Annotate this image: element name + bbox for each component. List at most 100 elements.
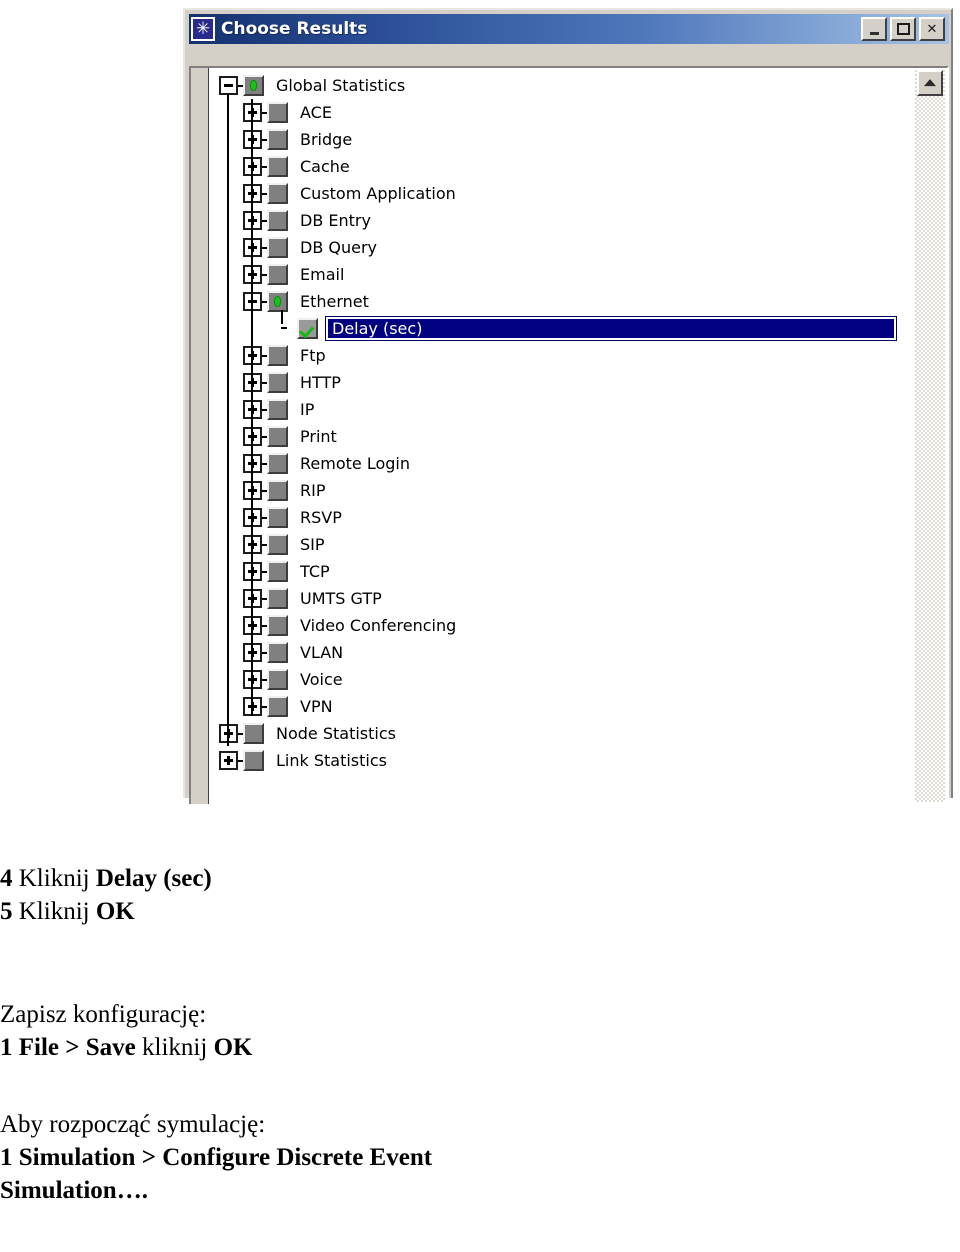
tree-item-label: HTTP (300, 372, 341, 392)
tree-item-video-conferencing[interactable]: Video Conferencing (211, 612, 911, 639)
results-tree[interactable]: Global Statistics ACE Bridge Cache Custom Ap… (211, 72, 911, 774)
unselected-box-icon[interactable] (267, 372, 288, 393)
maximize-icon (892, 19, 914, 39)
tree-item-link-statistics[interactable]: Link Statistics (211, 747, 911, 774)
tree-trunk-line-root (227, 94, 229, 746)
tree-item-db-entry[interactable]: DB Entry (211, 207, 911, 234)
tree-item-print[interactable]: Print (211, 423, 911, 450)
tree-item-ethernet[interactable]: Ethernet (211, 288, 911, 315)
tree-item-label: SIP (300, 534, 325, 554)
star-burst-icon: ✳ (191, 17, 215, 41)
unselected-box-icon[interactable] (267, 102, 288, 123)
save-step-line: 1 File > Save kliknij OK (0, 1031, 560, 1064)
simulation-step-line-a: 1 Simulation > Configure Discrete Event (0, 1141, 560, 1174)
unselected-box-icon[interactable] (267, 561, 288, 582)
simulation-step-number: 1 (0, 1144, 13, 1171)
tree-item-vpn[interactable]: VPN (211, 693, 911, 720)
vertical-scrollbar[interactable] (915, 70, 945, 802)
unselected-box-icon[interactable] (267, 669, 288, 690)
choose-results-dialog: ✳ Choose Results ✕ Global Statistics ACE B… (183, 8, 953, 804)
expand-plus-icon[interactable] (219, 751, 238, 770)
scroll-up-button[interactable] (917, 70, 943, 96)
unselected-box-icon[interactable] (267, 237, 288, 258)
star-burst-glyph: ✳ (195, 19, 211, 39)
tree-trunk-line-ethernet-child (281, 310, 283, 324)
simulation-heading: Aby rozpocząć symulację: (0, 1111, 266, 1138)
tree-item-label: RSVP (300, 507, 342, 527)
unselected-box-icon[interactable] (243, 723, 264, 744)
tree-item-custom-application[interactable]: Custom Application (211, 180, 911, 207)
instruction-text: 4 Kliknij Delay (sec) 5 Kliknij OK Zapis… (0, 862, 560, 1207)
save-verb: kliknij (142, 1034, 208, 1061)
partial-selected-icon[interactable] (267, 291, 288, 312)
tree-item-node-statistics[interactable]: Node Statistics (211, 720, 911, 747)
save-target: OK (213, 1034, 253, 1061)
step-5-number: 5 (0, 898, 13, 925)
unselected-box-icon[interactable] (267, 615, 288, 636)
tree-item-tcp[interactable]: TCP (211, 558, 911, 585)
unselected-box-icon[interactable] (267, 264, 288, 285)
tree-item-rsvp[interactable]: RSVP (211, 504, 911, 531)
close-button[interactable]: ✕ (919, 17, 945, 41)
checkmark-icon[interactable] (297, 318, 318, 339)
tree-item-ip[interactable]: IP (211, 396, 911, 423)
unselected-box-icon[interactable] (267, 696, 288, 717)
tree-item-label: Link Statistics (276, 750, 387, 770)
unselected-box-icon[interactable] (267, 129, 288, 150)
tree-item-rip[interactable]: RIP (211, 477, 911, 504)
unselected-box-icon[interactable] (267, 534, 288, 555)
tree-item-label: TCP (300, 561, 330, 581)
unselected-box-icon[interactable] (267, 183, 288, 204)
tree-item-remote-login[interactable]: Remote Login (211, 450, 911, 477)
step-5-target: OK (95, 898, 135, 925)
minimize-button[interactable] (861, 17, 887, 41)
tree-item-label: DB Entry (300, 210, 371, 230)
tree-item-vlan[interactable]: VLAN (211, 639, 911, 666)
collapse-minus-icon[interactable] (219, 76, 238, 95)
tree-item-label: Voice (300, 669, 343, 689)
tree-item-sip[interactable]: SIP (211, 531, 911, 558)
tree-item-label: Ftp (300, 345, 326, 365)
unselected-box-icon[interactable] (267, 345, 288, 366)
selected-row-highlight[interactable]: Delay (sec) (325, 316, 897, 341)
maximize-button[interactable] (890, 17, 916, 41)
minimize-icon (863, 19, 885, 39)
unselected-box-icon[interactable] (267, 642, 288, 663)
window-title: Choose Results (221, 19, 368, 39)
unselected-box-icon[interactable] (243, 750, 264, 771)
tree-item-ace[interactable]: ACE (211, 99, 911, 126)
unselected-box-icon[interactable] (267, 453, 288, 474)
unselected-box-icon[interactable] (267, 210, 288, 231)
tree-item-voice[interactable]: Voice (211, 666, 911, 693)
unselected-box-icon[interactable] (267, 507, 288, 528)
title-bar[interactable]: ✳ Choose Results ✕ (189, 14, 949, 44)
tree-item-label: VPN (300, 696, 333, 716)
tree-item-global-statistics[interactable]: Global Statistics (211, 72, 911, 99)
tree-item-ftp[interactable]: Ftp (211, 342, 911, 369)
tree-item-label: DB Query (300, 237, 378, 257)
unselected-box-icon[interactable] (267, 399, 288, 420)
tree-item-http[interactable]: HTTP (211, 369, 911, 396)
unselected-box-icon[interactable] (267, 588, 288, 609)
unselected-box-icon[interactable] (267, 156, 288, 177)
tree-item-db-query[interactable]: DB Query (211, 234, 911, 261)
tree-item-label: Delay (sec) (332, 318, 423, 338)
tree-item-email[interactable]: Email (211, 261, 911, 288)
tree-item-label: UMTS GTP (300, 588, 382, 608)
title-bar-buttons: ✕ (861, 17, 947, 41)
partial-selected-icon[interactable] (243, 75, 264, 96)
step-4-line: 4 Kliknij Delay (sec) (0, 862, 560, 895)
tree-item-cache[interactable]: Cache (211, 153, 911, 180)
unselected-box-icon[interactable] (267, 480, 288, 501)
tree-item-delay-sec[interactable]: Delay (sec) (211, 315, 911, 342)
tree-item-label: Custom Application (300, 183, 456, 203)
chevron-up-icon (924, 79, 936, 87)
unselected-box-icon[interactable] (267, 426, 288, 447)
tree-left-gutter (191, 68, 209, 804)
tree-item-bridge[interactable]: Bridge (211, 126, 911, 153)
tree-item-umts-gtp[interactable]: UMTS GTP (211, 585, 911, 612)
step-4-number: 4 (0, 865, 13, 892)
tree-item-label: Bridge (300, 129, 353, 149)
tree-item-label: Print (300, 426, 337, 446)
